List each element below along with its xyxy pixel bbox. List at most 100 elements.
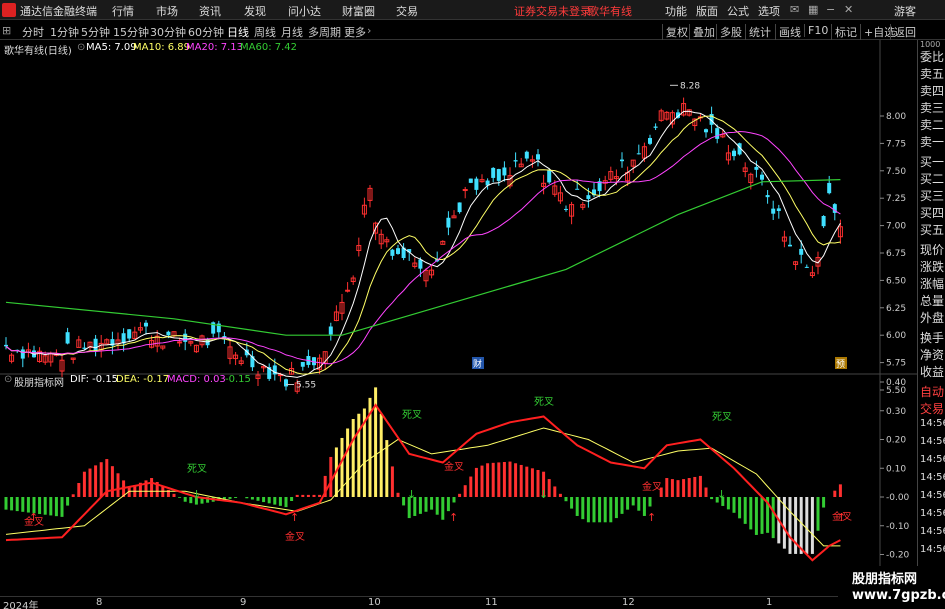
candle-body [300,361,305,367]
signal-arrow-1: ↓ [192,488,201,501]
candle-body [704,129,708,133]
indicator-settings-icon[interactable]: ⊙ [4,374,12,385]
sidebar-item-19[interactable]: 自动 [920,383,944,400]
period-daily[interactable]: 日线 [227,24,249,40]
watermark-line2: www.7gpzb.com [852,588,945,603]
menu-item-news[interactable]: 资讯 [199,3,221,19]
sidebar-item-6: 买一 [920,155,945,169]
signal-arrow-8: ↑ [837,511,846,524]
sidebar-item-15: 外盘 [920,311,945,325]
period-more[interactable]: 更多 [344,24,366,40]
menu-item-market[interactable]: 市场 [156,3,178,19]
sidebar-time-5: 14:56 [920,508,945,519]
menu-item-wealth[interactable]: 财富圈 [342,3,375,19]
period-30min[interactable]: 30分钟 [150,24,186,40]
candle-body [715,128,720,139]
menu-item-function[interactable]: 功能 [665,3,687,19]
dif-label: DIF: -0.15 [70,374,119,385]
candle-body [547,170,552,183]
menu-item-ask[interactable]: 问小达 [288,3,321,19]
grid-icon[interactable]: ▦ [808,3,818,16]
period-monthly[interactable]: 月线 [281,24,303,40]
macd-tick-label: 0.10 [886,464,906,474]
sidebar-item-3: 卖三 [920,101,945,115]
btn-restore-rights[interactable]: 复权 [662,24,688,40]
price-tick-label: 6.50 [886,276,906,286]
period-15min[interactable]: 15分钟 [113,24,149,40]
candle-body [345,289,351,292]
price-tick-label: 6.25 [886,304,906,314]
user-label[interactable]: 游客 [894,3,916,19]
btn-back[interactable]: 返回 [890,24,916,40]
btn-overlay[interactable]: 叠加 [689,24,715,40]
period-weekly[interactable]: 周线 [254,24,276,40]
toolbar-toggle-icon[interactable]: ⊞ [2,24,11,37]
signal-label-1: 死叉 [187,463,207,475]
sidebar-time-4: 14:56 [920,490,945,501]
minimize-icon[interactable]: − [826,3,835,16]
period-intraday[interactable]: 分时 [22,24,44,40]
sidebar-item-13: 涨幅 [920,277,945,291]
btn-multi-stock[interactable]: 多股 [716,24,742,40]
signal-label-2: 金叉 [285,530,305,543]
menu-item-formula[interactable]: 公式 [727,3,749,19]
macd-tick-label: -0.10 [886,522,910,532]
candle-body [536,154,540,160]
signal-arrow-4: ↑ [449,511,458,524]
candle-body [166,331,171,336]
btn-mark[interactable]: 标记 [831,24,857,40]
ma5-label: MA5: 7.09 [86,42,137,53]
period-1min[interactable]: 1分钟 [50,24,79,40]
candle-body [788,244,792,247]
settings-icon[interactable]: ⊙ [77,42,85,53]
macd-tick-label: 0.40 [886,378,906,388]
candle-body [524,151,529,159]
chevron-right-icon[interactable]: › [367,24,371,37]
candle-body [491,167,496,178]
ma60-line [5,179,841,336]
candle-body [457,202,462,213]
menu-item-options[interactable]: 选项 [758,3,780,19]
sidebar-item-11: 现价 [920,243,945,257]
menu-item-trade[interactable]: 交易 [396,3,418,19]
btn-draw-line[interactable]: 画线 [775,24,801,40]
stock-title: 歌华有线(日线) [4,46,72,57]
low-price-label: 5.55 [296,381,316,391]
price-tick-label: 7.75 [886,139,906,149]
login-status[interactable]: 证券交易未登录 [514,3,591,19]
sidebar-time-6: 14:56 [920,526,945,537]
close-icon[interactable]: ✕ [844,3,853,16]
period-5min[interactable]: 5分钟 [81,24,110,40]
candle-body [93,338,98,351]
sidebar-time-3: 14:56 [920,472,945,483]
signal-label-6: 金叉 [642,480,662,493]
mail-icon[interactable]: ✉ [790,3,799,16]
watermark: 股朋指标网 www.7gpzb.com [838,566,945,609]
candle-body [4,344,8,347]
menu-item-discover[interactable]: 发现 [244,3,266,19]
sidebar-item-4: 卖二 [920,118,945,132]
candle-body [754,166,759,170]
menu-item-layout[interactable]: 版面 [696,3,718,19]
btn-statistics[interactable]: 统计 [745,24,771,40]
period-60min[interactable]: 60分钟 [188,24,224,40]
signal-arrow-5: ↓ [539,488,548,501]
candle-body [177,341,183,344]
macd-label: MACD: 0.03 [167,374,226,385]
period-multi[interactable]: 多周期 [308,24,341,40]
sidebar-item-20[interactable]: 交易 [920,400,944,417]
btn-f10[interactable]: F10 [804,24,828,37]
candle-body [328,326,333,335]
candle-body [827,182,832,194]
candle-body [446,217,451,228]
candle-body [396,248,400,254]
time-label-sep: 9 [240,597,247,608]
macd-tick-label: 0.30 [886,407,906,417]
sidebar-item-2: 卖四 [920,84,945,98]
menu-item-quotes[interactable]: 行情 [112,3,134,19]
time-label-dec: 12 [622,597,635,608]
price-chart[interactable]: 8.00 7.75 7.50 7.25 7.00 6.75 6.50 6.25 6.00 5.75… [0,40,917,596]
candle-body [821,215,826,227]
candle-body [765,195,770,198]
signal-arrow-3: ↓ [407,488,416,501]
